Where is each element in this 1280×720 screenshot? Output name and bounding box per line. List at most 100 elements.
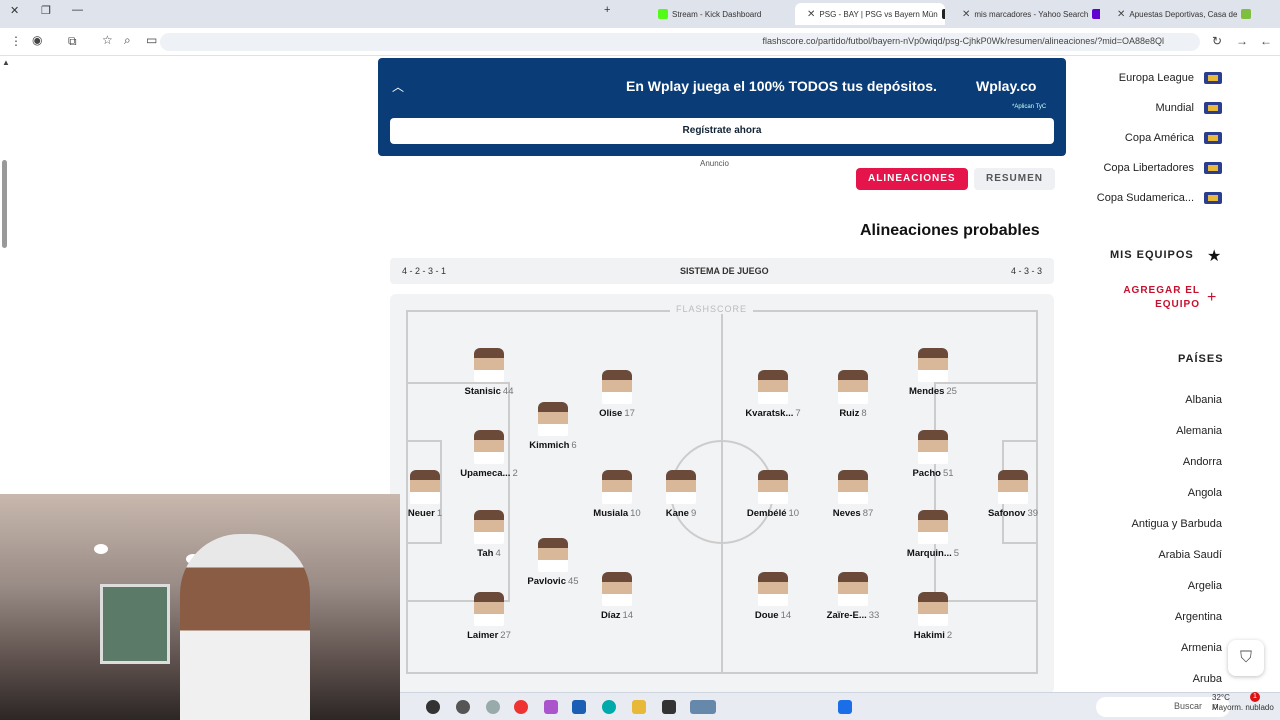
player-photo — [918, 510, 948, 544]
cast-icon[interactable]: ▭ — [146, 33, 157, 47]
player-card[interactable]: Doue 14 — [728, 572, 818, 634]
file-explorer-icon[interactable] — [632, 700, 646, 714]
sidebar-country[interactable]: Albania — [1185, 394, 1222, 406]
player-card[interactable]: Díaz 14 — [572, 572, 662, 634]
player-number: 14 — [780, 610, 792, 621]
sidebar-competition[interactable]: Copa Sudamerica... — [1097, 188, 1222, 208]
taskbar-app-icon[interactable] — [544, 700, 558, 714]
system-label: SISTEMA DE JUEGO — [680, 266, 769, 276]
forward-icon[interactable]: → — [1236, 34, 1248, 48]
ad-register-button[interactable]: Regístrate ahora — [390, 118, 1054, 144]
add-icon[interactable]: + — [1207, 289, 1216, 307]
sidebar-country[interactable]: Argentina — [1175, 611, 1222, 623]
edge-icon[interactable] — [602, 700, 616, 714]
weather-widget[interactable]: 32°C Mayorm. nublado — [1212, 693, 1274, 713]
player-number: 9 — [690, 508, 697, 519]
scrollbar[interactable] — [2, 160, 7, 248]
sidebar-country[interactable]: Andorra — [1183, 456, 1222, 468]
tab-kick[interactable]: Stream - Kick Dashboard — [650, 3, 790, 25]
player-card[interactable]: Zaïre-E... 33 — [808, 572, 898, 634]
url-field[interactable]: flashscore.co/partido/futbol/bayern-nVp0… — [160, 33, 1200, 51]
player-name: Hakimi 2 — [913, 630, 953, 641]
player-card[interactable]: Mendes 25 — [888, 348, 978, 410]
sidebar-competition[interactable]: Copa Libertadores — [1103, 158, 1222, 178]
collapse-chevron-icon[interactable]: ︿ — [392, 78, 404, 95]
player-number: 17 — [624, 408, 635, 419]
player-card[interactable]: Kane 9 — [636, 470, 726, 532]
webcam-overlay — [0, 494, 400, 720]
sidebar-competition[interactable]: Copa América — [1125, 128, 1222, 148]
bookmark-star-icon[interactable]: ☆ — [102, 33, 113, 47]
tab-resumen[interactable]: RESUMEN — [974, 168, 1056, 190]
sidebar-competition[interactable]: Europa League — [1119, 68, 1222, 88]
sidebar-country[interactable]: Argelia — [1188, 580, 1222, 592]
ad-brand-logo: Wplay.co — [976, 78, 1037, 94]
minimize-window-icon[interactable]: — — [72, 4, 83, 16]
player-number: 1 — [436, 508, 443, 519]
new-tab-icon[interactable]: + — [604, 4, 610, 16]
player-card[interactable]: Safonov 39 — [968, 470, 1058, 532]
close-tab-icon[interactable]: ✕ — [962, 9, 970, 20]
tab-yahoo[interactable]: ✕ mis marcadores - Yahoo Search — [950, 3, 1100, 25]
extensions-icon[interactable]: ⧉ — [68, 34, 77, 49]
widget-icon[interactable] — [690, 700, 716, 714]
shield-icon[interactable]: ⛉ — [1228, 640, 1264, 676]
tab-flashscore[interactable]: ✕ PSG - BAY | PSG vs Bayern Mün — [795, 3, 945, 25]
player-card[interactable]: Ruiz 8 — [808, 370, 898, 432]
sidebar-country[interactable]: Arabia Saudí — [1158, 549, 1222, 561]
player-number: 33 — [868, 610, 880, 621]
player-photo — [538, 402, 568, 436]
tab-wplay[interactable]: ✕ Apuestas Deportivas, Casa de — [1105, 3, 1255, 25]
player-number: 5 — [953, 548, 960, 559]
player-number: 2 — [512, 468, 518, 479]
sidebar-country[interactable]: Aruba — [1193, 673, 1222, 685]
close-window-icon[interactable]: ✕ — [10, 4, 19, 17]
taskbar-app-icon[interactable] — [426, 700, 440, 714]
player-card[interactable]: Pacho 51 — [888, 430, 978, 492]
sidebar-country[interactable]: Alemania — [1176, 425, 1222, 437]
player-card[interactable]: Laimer 27 — [444, 592, 534, 654]
sidebar-country[interactable]: Antigua y Barbuda — [1131, 518, 1222, 530]
taskbar: Buscar ⌕ — [400, 692, 1280, 720]
player-name: Zaïre-E... 33 — [826, 610, 880, 621]
player-card[interactable]: Hakimi 2 — [888, 592, 978, 654]
player-card[interactable]: Marquin... 5 — [888, 510, 978, 572]
player-card[interactable]: Dembélé 10 — [728, 470, 818, 532]
player-photo — [602, 370, 632, 404]
player-card[interactable]: Neves 87 — [808, 470, 898, 532]
player-photo — [474, 592, 504, 626]
tab-alineaciones[interactable]: ALINEACIONES — [856, 168, 968, 190]
reload-icon[interactable]: ↻ — [1212, 34, 1222, 48]
close-tab-icon[interactable]: ✕ — [807, 9, 815, 20]
sidebar-competition[interactable]: Mundial — [1155, 98, 1222, 118]
taskbar-app-icon[interactable] — [456, 700, 470, 714]
ad-terms: *Aplican TyC — [1012, 104, 1047, 110]
back-icon[interactable]: ← — [1260, 34, 1272, 48]
taskbar-search[interactable]: Buscar — [1096, 697, 1230, 717]
player-name: Kane 9 — [665, 508, 697, 519]
chrome-icon[interactable] — [514, 700, 528, 714]
sidebar-country[interactable]: Angola — [1188, 487, 1222, 499]
restore-window-icon[interactable]: ❐ — [41, 4, 51, 17]
player-card[interactable]: Kvaratsk... 7 — [728, 370, 818, 432]
zoom-icon[interactable]: ⌕ — [124, 33, 131, 48]
scroll-up-icon[interactable]: ▲ — [2, 58, 10, 67]
lineup-title: Alineaciones probables — [860, 222, 1040, 239]
competition-flag-icon — [1204, 102, 1222, 114]
add-team-link[interactable]: AGREGAR EL EQUIPO — [1110, 284, 1200, 312]
player-card[interactable]: Stanisic 44 — [444, 348, 534, 410]
profile-icon[interactable]: ◉ — [32, 33, 42, 47]
ad-headline: En Wplay juega el 100% TODOS tus depósit… — [626, 78, 937, 94]
sidebar-country[interactable]: Armenia — [1181, 642, 1222, 654]
player-number: 44 — [502, 386, 514, 397]
close-tab-icon[interactable]: ✕ — [1117, 9, 1125, 20]
home-formation: 4 - 3 - 3 — [1010, 266, 1042, 276]
flashscore-watermark: FLASHSCORE — [670, 304, 754, 314]
menu-icon[interactable]: ⋮ — [10, 34, 22, 48]
player-photo — [602, 470, 632, 504]
windows-start-icon[interactable] — [838, 700, 852, 714]
taskbar-app-icon[interactable] — [486, 700, 500, 714]
player-name: Stanisic 44 — [464, 386, 514, 397]
store-icon[interactable] — [572, 700, 586, 714]
taskbar-app-icon[interactable] — [662, 700, 676, 714]
